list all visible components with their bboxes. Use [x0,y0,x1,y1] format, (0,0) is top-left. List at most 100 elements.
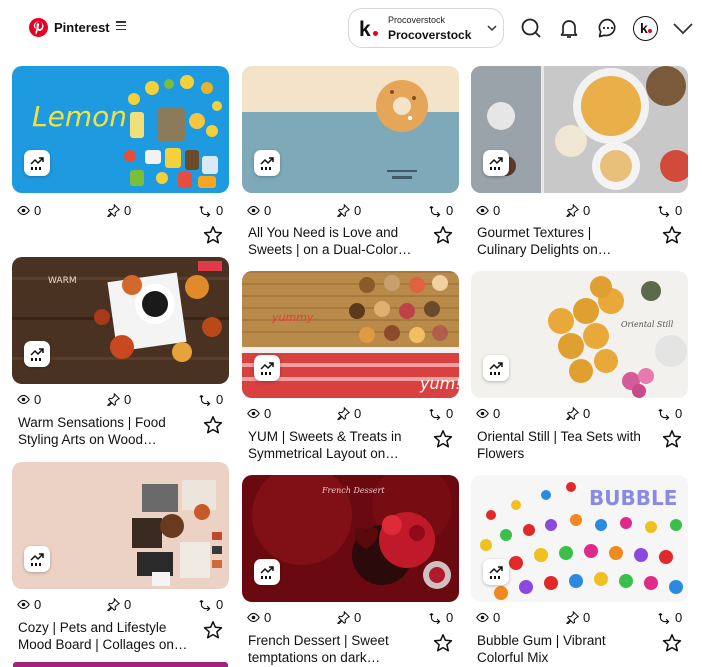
saves-count: 0 [216,392,224,407]
save-icon [658,409,670,420]
saves-count: 0 [446,203,454,218]
eye-icon [247,612,260,623]
save-icon [429,613,441,624]
brand-name[interactable]: Pinterest [54,20,110,35]
thumb-text: yum! [419,374,459,393]
pin-stats: 0 0 0 [247,610,459,628]
search-icon[interactable] [519,16,543,40]
star-icon[interactable] [662,633,682,653]
pins-count: 0 [583,610,591,625]
thumb-text: Lemon [32,100,127,133]
saves-count: 0 [446,610,454,625]
pin-icon [337,407,350,420]
chat-icon[interactable] [596,16,620,40]
pin-image[interactable] [12,462,229,589]
pin-title[interactable]: Warm Sensations | Food Styling Arts on Wo… [18,414,188,448]
star-icon[interactable] [203,620,223,640]
chevron-down-icon[interactable] [672,20,694,36]
pin-title[interactable]: All You Need is Love and Sweets | on a Du… [248,224,418,258]
pin-image[interactable]: French Dessert [242,475,459,602]
eye-icon [476,205,489,216]
bell-icon[interactable] [557,16,581,40]
pin-icon [107,598,120,611]
svg-text:Oriental Still: Oriental Still [621,320,674,329]
pin-icon [337,204,350,217]
views-count: 0 [264,610,272,625]
account-switcher[interactable]: k Procoverstock Procoverstock [348,8,504,48]
menu-icon[interactable] [116,21,126,33]
pin-icon [566,611,579,624]
views-count: 0 [34,203,42,218]
pin-stats: 0 0 0 [17,597,229,615]
svg-text:yummy: yummy [271,311,314,324]
pinterest-logo-icon[interactable] [29,18,48,37]
pins-count: 0 [583,406,591,421]
stats-button[interactable] [24,546,50,572]
pin-title[interactable]: French Dessert | Sweet temptations on dar… [248,632,418,666]
eye-icon [17,599,30,610]
pin-stats: 0 0 0 [476,406,688,424]
eye-icon [17,205,30,216]
pin-title[interactable]: Bubble Gum | Vibrant Colorful Mix [477,632,647,666]
pin-image[interactable] [471,66,688,193]
pins-count: 0 [354,406,362,421]
star-icon[interactable] [433,429,453,449]
next-pin-image-edge[interactable] [13,662,228,667]
pin-image[interactable] [242,66,459,193]
views-count: 0 [34,597,42,612]
svg-text:French Dessert: French Dessert [321,486,385,495]
eye-icon [476,612,489,623]
stats-button[interactable] [254,150,280,176]
saves-count: 0 [675,203,683,218]
views-count: 0 [493,610,501,625]
avatar[interactable]: k [633,16,658,41]
eye-icon [476,408,489,419]
save-icon [199,600,211,611]
eye-icon [17,394,30,405]
star-icon[interactable] [203,225,223,245]
star-icon[interactable] [662,429,682,449]
pins-count: 0 [354,203,362,218]
pin-icon [337,611,350,624]
pin-stats: 0 0 0 [17,392,229,410]
eye-icon [247,205,260,216]
pin-title[interactable]: YUM | Sweets & Treats in Symmetrical Layo… [248,428,418,462]
pin-stats: 0 0 0 [247,203,459,221]
account-label: Procoverstock [388,15,446,25]
pin-title[interactable]: Cozy | Pets and Lifestyle Mood Board | Co… [18,619,188,653]
pin-icon [566,204,579,217]
pins-count: 0 [124,392,132,407]
star-icon[interactable] [662,225,682,245]
pin-image[interactable]: yummy yum! [242,271,459,398]
views-count: 0 [493,203,501,218]
pin-icon [566,407,579,420]
pin-image[interactable]: Oriental Still [471,271,688,398]
star-icon[interactable] [433,225,453,245]
saves-count: 0 [446,406,454,421]
pin-icon [107,204,120,217]
stats-button[interactable] [24,341,50,367]
saves-count: 0 [675,610,683,625]
pin-image[interactable]: WARM [12,257,229,384]
pin-stats: 0 0 0 [247,406,459,424]
pin-image[interactable]: BUBBLE [471,475,688,602]
stats-button[interactable] [24,150,50,176]
save-icon [658,206,670,217]
stats-button[interactable] [254,559,280,585]
pin-title[interactable]: Gourmet Textures | Culinary Delights on… [477,224,647,258]
stats-button[interactable] [483,355,509,381]
stats-button[interactable] [483,150,509,176]
views-count: 0 [264,203,272,218]
account-name: Procoverstock [388,28,472,42]
pin-title[interactable]: Oriental Still | Tea Sets with Flowers [477,428,647,462]
pin-stats: 0 0 0 [17,203,229,221]
saves-count: 0 [216,203,224,218]
stats-button[interactable] [254,355,280,381]
eye-icon [247,408,260,419]
saves-count: 0 [216,597,224,612]
star-icon[interactable] [203,415,223,435]
pins-count: 0 [124,203,132,218]
star-icon[interactable] [433,633,453,653]
pin-image[interactable]: Lemon [12,66,229,193]
stats-button[interactable] [483,559,509,585]
